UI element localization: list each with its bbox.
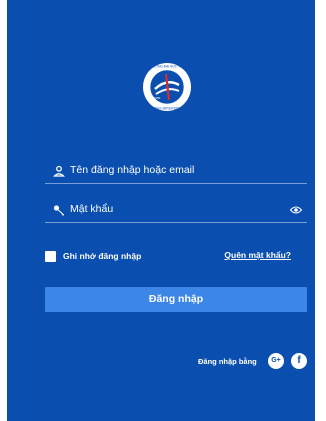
logo-ring-text-bottom: VINH UNIVERSITY (153, 107, 182, 111)
google-plus-icon[interactable]: G+ (268, 353, 284, 369)
username-field[interactable]: Tên đăng nhập hoặc email (45, 161, 307, 184)
logo-ring-text-top: TRƯỜNG ĐẠI HỌC VINH (148, 64, 186, 69)
eye-icon[interactable] (290, 205, 302, 215)
remember-label: Ghi nhớ đăng nhập (63, 251, 142, 261)
login-button[interactable]: Đăng nhập (45, 287, 307, 312)
logo-year: 1959 (154, 96, 161, 100)
user-icon (53, 165, 65, 177)
password-field[interactable]: Mật khẩu (45, 200, 307, 223)
username-placeholder: Tên đăng nhập hoặc email (70, 164, 195, 176)
social-login-label: Đăng nhập bằng (198, 357, 257, 366)
university-logo: TRƯỜNG ĐẠI HỌC VINH VINH UNIVERSITY 1959 (143, 63, 191, 111)
remember-checkbox[interactable] (45, 250, 56, 262)
facebook-icon[interactable]: f (291, 353, 307, 369)
login-panel: TRƯỜNG ĐẠI HỌC VINH VINH UNIVERSITY 1959… (7, 0, 315, 421)
forgot-password-link[interactable]: Quên mật khẩu? (224, 250, 291, 260)
remember-me[interactable]: Ghi nhớ đăng nhập (45, 249, 141, 263)
password-placeholder: Mật khẩu (70, 203, 114, 215)
key-icon (53, 205, 64, 216)
